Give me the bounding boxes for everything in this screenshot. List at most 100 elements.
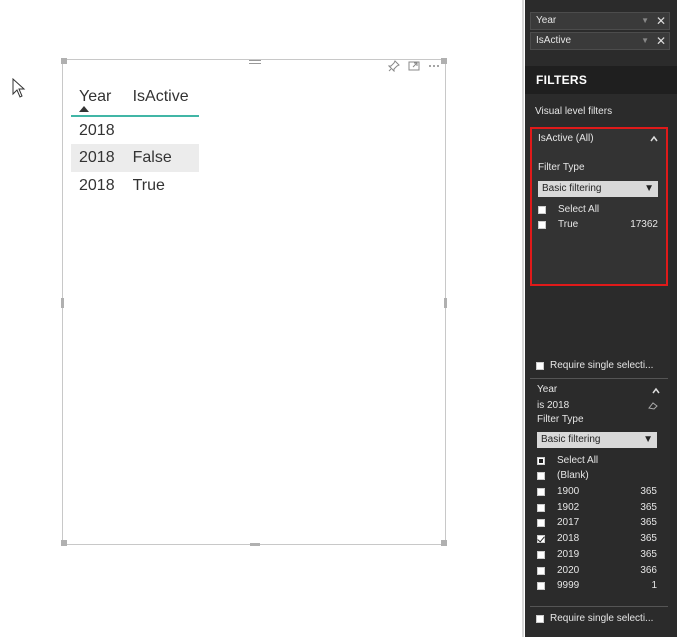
filter-type-dropdown[interactable]: Basic filtering ▼ bbox=[538, 181, 658, 197]
resize-handle-bottom[interactable] bbox=[250, 543, 260, 546]
filter-type-dropdown[interactable]: Basic filtering ▼ bbox=[537, 432, 657, 448]
chevron-down-icon[interactable]: ▼ bbox=[641, 13, 649, 29]
table-row[interactable]: 2018 bbox=[71, 116, 199, 144]
cell-isactive: True bbox=[132, 177, 165, 194]
column-header-label: IsActive bbox=[132, 88, 189, 105]
filter-card-title[interactable]: Year bbox=[537, 384, 557, 395]
checkbox[interactable] bbox=[537, 504, 545, 512]
more-options-icon[interactable] bbox=[427, 59, 441, 73]
require-single-label: Require single selecti... bbox=[550, 360, 654, 371]
require-single-label: Require single selecti... bbox=[550, 613, 654, 624]
checkbox[interactable] bbox=[537, 519, 545, 527]
filter-card-isactive: IsActive (All) Filter Type Basic filteri… bbox=[530, 127, 668, 286]
resize-handle-top-left[interactable] bbox=[61, 58, 67, 64]
table-visual[interactable]: Year IsActive 2018 2018 False 2018 True bbox=[61, 58, 447, 546]
checkbox[interactable] bbox=[536, 362, 544, 370]
mouse-cursor-icon bbox=[12, 78, 26, 98]
checkbox[interactable] bbox=[537, 551, 545, 559]
cell-isactive bbox=[125, 116, 199, 144]
resize-handle-right[interactable] bbox=[444, 298, 447, 308]
filter-type-label: Filter Type bbox=[538, 162, 585, 173]
focus-mode-icon[interactable] bbox=[407, 59, 421, 73]
resize-handle-bottom-left[interactable] bbox=[61, 540, 67, 546]
filter-condition: is 2018 bbox=[537, 400, 570, 411]
column-header-isactive[interactable]: IsActive bbox=[124, 82, 199, 117]
checkbox[interactable] bbox=[538, 206, 546, 214]
cell-isactive: False bbox=[124, 144, 199, 172]
visual-level-filters-label: Visual level filters bbox=[535, 106, 613, 117]
filter-type-label: Filter Type bbox=[537, 414, 584, 425]
option-count: 1 bbox=[651, 580, 657, 591]
filter-option-2018[interactable]: 2018 365 bbox=[537, 532, 657, 546]
option-count: 365 bbox=[640, 533, 657, 544]
report-canvas: Year IsActive 2018 2018 False 2018 True … bbox=[0, 0, 677, 637]
checkbox[interactable] bbox=[537, 567, 545, 575]
option-count: 365 bbox=[640, 502, 657, 513]
option-count: 366 bbox=[640, 565, 657, 576]
pin-icon[interactable] bbox=[387, 59, 401, 73]
filter-option-blank[interactable]: (Blank) bbox=[537, 469, 657, 483]
filter-card-year: Year is 2018 Filter Type Basic filtering… bbox=[530, 381, 668, 631]
column-header-year[interactable]: Year bbox=[71, 82, 125, 117]
option-label: 2017 bbox=[557, 517, 580, 528]
chevron-down-icon[interactable]: ▼ bbox=[641, 33, 649, 49]
filter-option-2020[interactable]: 2020 366 bbox=[537, 564, 657, 578]
filter-option-1900[interactable]: 1900 365 bbox=[537, 485, 657, 499]
option-count: 17362 bbox=[630, 219, 658, 230]
field-well-isactive[interactable]: IsActive ▼ ✕ bbox=[530, 32, 670, 50]
remove-field-icon[interactable]: ✕ bbox=[656, 13, 666, 29]
filter-option-true[interactable]: True 17362 bbox=[538, 218, 658, 232]
table-row[interactable]: 2018 False bbox=[71, 144, 199, 172]
cell-year: 2018 bbox=[79, 177, 115, 194]
dropdown-arrow-icon: ▼ bbox=[643, 434, 653, 445]
filter-option-select-all[interactable]: Select All bbox=[538, 203, 658, 217]
table-row[interactable]: 2018 True bbox=[71, 172, 199, 200]
values-well: Year ▼ ✕ IsActive ▼ ✕ bbox=[525, 0, 677, 64]
checkbox[interactable] bbox=[537, 535, 545, 543]
option-label: 2018 bbox=[557, 533, 580, 544]
resize-handle-top-right[interactable] bbox=[441, 58, 447, 64]
filter-option-1902[interactable]: 1902 365 bbox=[537, 501, 657, 515]
filter-card-title[interactable]: IsActive (All) bbox=[538, 133, 594, 144]
pane-divider[interactable] bbox=[522, 0, 524, 637]
checkbox[interactable] bbox=[537, 472, 545, 480]
checkbox[interactable] bbox=[537, 582, 545, 590]
divider bbox=[530, 378, 668, 379]
field-label: IsActive bbox=[536, 35, 572, 46]
filter-option-9999[interactable]: 9999 1 bbox=[537, 579, 657, 593]
filter-option-2019[interactable]: 2019 365 bbox=[537, 548, 657, 562]
collapse-caret-icon[interactable] bbox=[652, 387, 660, 395]
option-label: 2020 bbox=[557, 565, 580, 576]
checkbox[interactable] bbox=[538, 221, 546, 229]
filters-header: FILTERS bbox=[525, 66, 677, 94]
option-label: 2019 bbox=[557, 549, 580, 560]
option-count: 365 bbox=[640, 517, 657, 528]
require-single-selection-isactive[interactable]: Require single selecti... bbox=[536, 360, 666, 374]
divider bbox=[530, 606, 668, 607]
option-label: Select All bbox=[558, 204, 600, 215]
filter-type-value: Basic filtering bbox=[542, 183, 602, 194]
data-table: Year IsActive 2018 2018 False 2018 True bbox=[71, 82, 199, 200]
resize-handle-left[interactable] bbox=[61, 298, 64, 308]
option-count: 365 bbox=[640, 549, 657, 560]
option-label: (Blank) bbox=[557, 470, 589, 481]
resize-handle-bottom-right[interactable] bbox=[441, 540, 447, 546]
checkbox[interactable] bbox=[536, 615, 544, 623]
checkbox[interactable] bbox=[537, 457, 545, 465]
cell-year: 2018 bbox=[79, 121, 115, 139]
field-well-year[interactable]: Year ▼ ✕ bbox=[530, 12, 670, 30]
require-single-selection-year[interactable]: Require single selecti... bbox=[536, 613, 666, 627]
filter-option-select-all[interactable]: Select All bbox=[537, 454, 657, 468]
field-label: Year bbox=[536, 15, 557, 26]
remove-field-icon[interactable]: ✕ bbox=[656, 33, 666, 49]
option-count: 365 bbox=[640, 486, 657, 497]
dropdown-arrow-icon: ▼ bbox=[644, 183, 654, 194]
drag-grip-icon[interactable] bbox=[249, 59, 261, 65]
checkbox[interactable] bbox=[537, 488, 545, 496]
filter-option-2017[interactable]: 2017 365 bbox=[537, 516, 657, 530]
clear-filter-eraser-icon[interactable] bbox=[648, 402, 658, 410]
option-label: True bbox=[558, 219, 579, 230]
collapse-caret-icon[interactable] bbox=[650, 135, 658, 143]
column-header-label: Year bbox=[79, 88, 112, 105]
option-label: Select All bbox=[557, 455, 599, 466]
